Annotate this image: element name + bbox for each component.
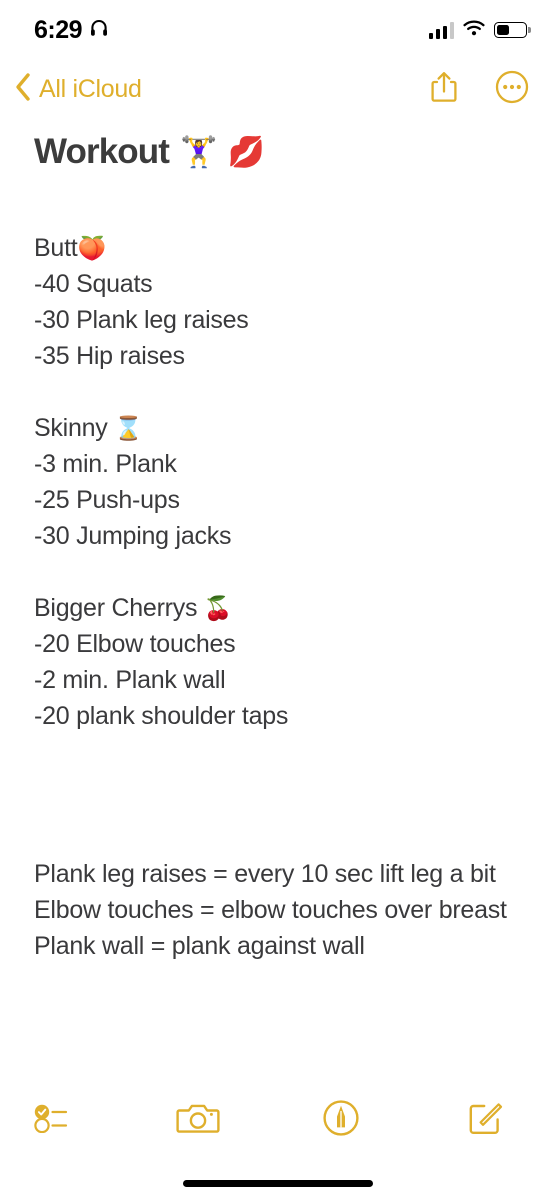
cellular-signal-icon xyxy=(428,22,454,39)
exercise-item: -30 Plank leg raises xyxy=(34,306,249,334)
kiss-mark-emoji-icon: 💋 xyxy=(227,135,264,169)
battery-icon xyxy=(494,22,527,38)
compose-button[interactable] xyxy=(453,1094,517,1146)
notes-app-screen: 6:29 xyxy=(0,0,555,1200)
wifi-icon xyxy=(463,20,485,41)
exercise-item: -25 Push-ups xyxy=(34,486,180,514)
definition-line: Plank wall = plank against wall xyxy=(34,932,365,960)
status-bar-right xyxy=(428,20,527,41)
nav-actions xyxy=(429,70,529,109)
bottom-toolbar xyxy=(0,1074,555,1166)
back-to-all-icloud-button[interactable]: All iCloud xyxy=(14,72,142,107)
definition-line: Plank leg raises = every 10 sec lift leg… xyxy=(34,860,496,888)
section-heading-text: Skinny xyxy=(34,414,115,442)
exercise-item: -20 plank shoulder taps xyxy=(34,702,289,730)
compose-icon xyxy=(467,1100,503,1141)
workout-section-skinny: Skinny ⌛ -3 min. Plank -25 Push-ups -30 … xyxy=(34,410,521,554)
peach-emoji-icon: 🍑 xyxy=(77,235,106,261)
note-body: Butt🍑 -40 Squats -30 Plank leg raises -3… xyxy=(34,230,521,734)
markup-pen-icon xyxy=(322,1099,360,1142)
home-indicator-area xyxy=(0,1166,555,1200)
battery-fill xyxy=(496,24,510,36)
exercise-item: -20 Elbow touches xyxy=(34,630,236,658)
exercise-item: -35 Hip raises xyxy=(34,342,185,370)
markup-button[interactable] xyxy=(309,1094,373,1146)
workout-section-bigger-cherrys: Bigger Cherrys 🍒 -20 Elbow touches -2 mi… xyxy=(34,590,521,734)
workout-section-butt: Butt🍑 -40 Squats -30 Plank leg raises -3… xyxy=(34,230,521,374)
status-bar-left: 6:29 xyxy=(34,15,109,44)
weightlifter-emoji-icon: 🏋️‍♀️ xyxy=(179,135,217,169)
cherries-emoji-icon: 🍒 xyxy=(203,595,233,621)
checklist-icon xyxy=(33,1103,75,1138)
share-icon[interactable] xyxy=(429,70,459,109)
camera-icon xyxy=(176,1100,220,1141)
status-bar: 6:29 xyxy=(0,0,555,60)
hourglass-emoji-icon: ⌛ xyxy=(114,415,143,441)
exercise-item: -3 min. Plank xyxy=(34,450,177,478)
exercise-item: -2 min. Plank wall xyxy=(34,666,226,694)
definitions-block: Plank leg raises = every 10 sec lift leg… xyxy=(34,856,521,964)
note-title-text: Workout xyxy=(34,132,170,171)
note-content-area[interactable]: Workout 🏋️‍♀️ 💋 Butt🍑 -40 Squats -30 Pla… xyxy=(0,118,555,1074)
navigation-bar: All iCloud xyxy=(0,60,555,118)
section-heading-text: Butt xyxy=(34,234,78,262)
definition-line: Elbow touches = elbow touches over breas… xyxy=(34,896,507,924)
camera-button[interactable] xyxy=(166,1094,230,1146)
note-title: Workout 🏋️‍♀️ 💋 xyxy=(34,132,521,172)
section-heading: Bigger Cherrys 🍒 xyxy=(34,590,521,626)
status-time: 6:29 xyxy=(34,15,83,44)
checklist-button[interactable] xyxy=(22,1094,86,1146)
exercise-item: -40 Squats xyxy=(34,270,153,298)
back-button-label: All iCloud xyxy=(39,74,142,103)
section-heading: Butt🍑 xyxy=(34,230,521,266)
headphones-icon xyxy=(89,18,109,43)
section-heading: Skinny ⌛ xyxy=(34,410,521,446)
chevron-left-icon xyxy=(14,72,32,107)
section-heading-text: Bigger Cherrys xyxy=(34,594,204,622)
more-ellipsis-icon[interactable] xyxy=(495,70,529,109)
home-indicator[interactable] xyxy=(182,1179,373,1187)
exercise-item: -30 Jumping jacks xyxy=(34,522,232,550)
